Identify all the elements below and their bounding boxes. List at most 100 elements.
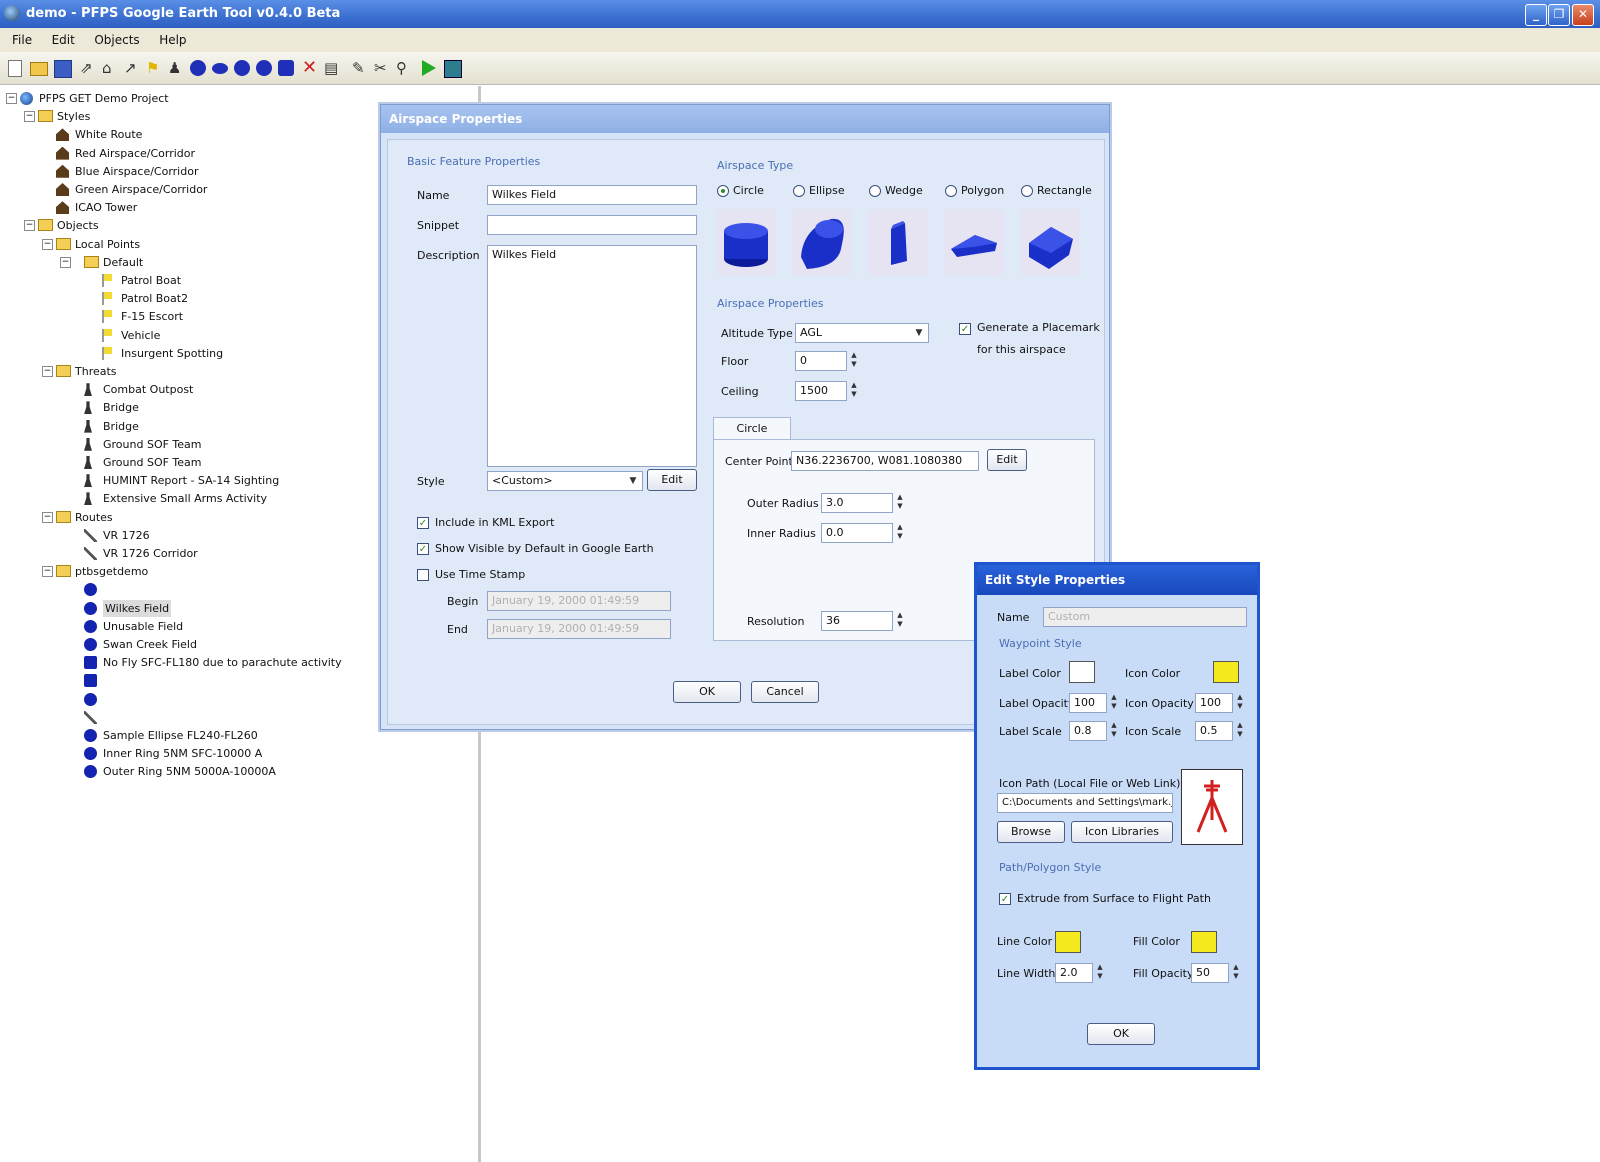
ok-button[interactable]: OK — [673, 681, 741, 703]
house-icon — [56, 164, 69, 178]
menu-file[interactable]: File — [4, 28, 40, 52]
collapse-toggle-icon[interactable]: − — [6, 93, 17, 104]
add-threat-icon[interactable]: ♟ — [168, 60, 181, 76]
resolution-spinner[interactable]: ▲ ▼ — [893, 611, 907, 631]
fill-opacity-spinner[interactable]: ▲ ▼ — [1229, 963, 1243, 983]
inner-radius-spinner[interactable]: ▲ ▼ — [893, 523, 907, 543]
maximize-button[interactable]: ❐ — [1548, 4, 1570, 26]
label-color-swatch[interactable] — [1069, 661, 1095, 683]
add-wedge-icon[interactable] — [234, 60, 250, 76]
use-timestamp-checkbox[interactable] — [417, 569, 429, 581]
export-icon[interactable]: ⇗ — [80, 60, 93, 76]
chevron-down-icon[interactable]: ▼ — [625, 472, 641, 490]
floor-input[interactable]: 0 — [795, 351, 847, 371]
icon-libraries-button[interactable]: Icon Libraries — [1071, 821, 1173, 843]
label-scale-spinner[interactable]: ▲ ▼ — [1107, 721, 1121, 741]
menu-objects[interactable]: Objects — [86, 28, 147, 52]
style-name-input[interactable]: Custom — [1043, 607, 1247, 627]
line-width-input[interactable]: 2.0 — [1055, 963, 1093, 983]
properties-icon[interactable]: ▤ — [324, 60, 338, 76]
menu-help[interactable]: Help — [151, 28, 194, 52]
collapse-toggle-icon[interactable]: − — [60, 256, 71, 268]
add-ellipse-icon[interactable] — [212, 63, 228, 74]
style-edit-button[interactable]: Edit — [647, 469, 697, 491]
collapse-toggle-icon[interactable]: − — [24, 111, 35, 123]
google-earth-icon[interactable] — [444, 60, 462, 78]
circle-shape-icon[interactable] — [717, 209, 775, 275]
type-ellipse-radio[interactable] — [793, 185, 805, 197]
label-scale-input[interactable]: 0.8 — [1069, 721, 1107, 741]
description-textarea[interactable]: Wilkes Field — [487, 245, 697, 467]
cancel-button[interactable]: Cancel — [751, 681, 819, 703]
snippet-input[interactable] — [487, 215, 697, 235]
center-edit-button[interactable]: Edit — [987, 449, 1027, 471]
placemark-checkbox[interactable]: ✓ — [959, 323, 971, 335]
tab-circle-options[interactable]: Circle Options — [713, 417, 791, 457]
save-icon[interactable] — [54, 60, 72, 78]
label-opacity-spinner[interactable]: ▲ ▼ — [1107, 693, 1121, 713]
begin-datetime[interactable]: January 19, 2000 01:49:59 — [487, 591, 671, 611]
outer-radius-input[interactable]: 3.0 — [821, 493, 893, 513]
edit-icon[interactable]: ✎ — [352, 60, 365, 76]
ellipse-shape-icon[interactable] — [793, 209, 851, 275]
add-circle-icon[interactable] — [190, 60, 206, 76]
add-route-icon[interactable]: ↗ — [124, 60, 137, 76]
ceiling-spinner[interactable]: ▲ ▼ — [847, 381, 861, 401]
rectangle-shape-icon[interactable] — [1021, 209, 1079, 275]
inner-radius-input[interactable]: 0.0 — [821, 523, 893, 543]
floor-spinner[interactable]: ▲ ▼ — [847, 351, 861, 371]
fill-opacity-input[interactable]: 50 — [1191, 963, 1229, 983]
end-datetime[interactable]: January 19, 2000 01:49:59 — [487, 619, 671, 639]
icon-opacity-input[interactable]: 100 — [1195, 693, 1233, 713]
chevron-down-icon[interactable]: ▼ — [911, 324, 927, 342]
icon-color-swatch[interactable] — [1213, 661, 1239, 683]
collapse-toggle-icon[interactable]: − — [42, 566, 53, 578]
type-rectangle-radio[interactable] — [1021, 185, 1033, 197]
collapse-toggle-icon[interactable]: − — [42, 511, 53, 523]
folder-icon — [56, 510, 71, 523]
show-visible-checkbox[interactable]: ✓ — [417, 543, 429, 555]
delete-icon[interactable]: ✕ — [302, 59, 317, 77]
play-icon[interactable] — [422, 60, 436, 76]
minimize-button[interactable]: _ — [1525, 4, 1547, 26]
resolution-input[interactable]: 36 — [821, 611, 893, 631]
icon-opacity-spinner[interactable]: ▲ ▼ — [1233, 693, 1247, 713]
line-width-spinner[interactable]: ▲ ▼ — [1093, 963, 1107, 983]
fill-color-swatch[interactable] — [1191, 931, 1217, 953]
altitude-type-select[interactable]: AGL — [795, 323, 929, 343]
icon-path-input[interactable]: C:\Documents and Settings\mark.jasc — [997, 793, 1173, 813]
outer-radius-spinner[interactable]: ▲ ▼ — [893, 493, 907, 513]
polygon-shape-icon[interactable] — [945, 209, 1003, 275]
measure-icon[interactable]: ⚲ — [396, 60, 407, 76]
cut-icon[interactable]: ✂ — [374, 60, 387, 76]
wedge-shape-icon[interactable] — [869, 209, 927, 275]
menu-edit[interactable]: Edit — [44, 28, 83, 52]
line-color-swatch[interactable] — [1055, 931, 1081, 953]
browse-button[interactable]: Browse — [997, 821, 1065, 843]
include-kml-checkbox[interactable]: ✓ — [417, 517, 429, 529]
extrude-checkbox[interactable]: ✓ — [999, 893, 1011, 905]
type-circle-radio[interactable] — [717, 185, 729, 197]
collapse-toggle-icon[interactable]: − — [24, 220, 35, 232]
type-wedge-radio[interactable] — [869, 185, 881, 197]
add-placemark-icon[interactable]: ⚑ — [146, 60, 159, 76]
icon-scale-input[interactable]: 0.5 — [1195, 721, 1233, 741]
center-point-input[interactable]: N36.2236700, W081.1080380 — [791, 451, 979, 471]
new-file-icon[interactable] — [8, 60, 22, 77]
tree-node-label: F-15 Escort — [121, 310, 184, 324]
add-polygon-icon[interactable] — [256, 60, 272, 76]
collapse-toggle-icon[interactable]: − — [42, 238, 53, 250]
name-input[interactable]: Wilkes Field — [487, 185, 697, 205]
close-window-button[interactable]: ✕ — [1572, 4, 1594, 26]
label-opacity-input[interactable]: 100 — [1069, 693, 1107, 713]
style-ok-button[interactable]: OK — [1087, 1023, 1155, 1045]
folder-icon — [84, 255, 99, 268]
add-style-icon[interactable]: ⌂ — [102, 60, 112, 76]
ceiling-input[interactable]: 1500 — [795, 381, 847, 401]
collapse-toggle-icon[interactable]: − — [42, 366, 53, 377]
open-folder-icon[interactable] — [30, 62, 48, 76]
style-select[interactable]: <Custom> — [487, 471, 643, 491]
add-rectangle-icon[interactable] — [278, 60, 294, 76]
type-polygon-radio[interactable] — [945, 185, 957, 197]
icon-scale-spinner[interactable]: ▲ ▼ — [1233, 721, 1247, 741]
